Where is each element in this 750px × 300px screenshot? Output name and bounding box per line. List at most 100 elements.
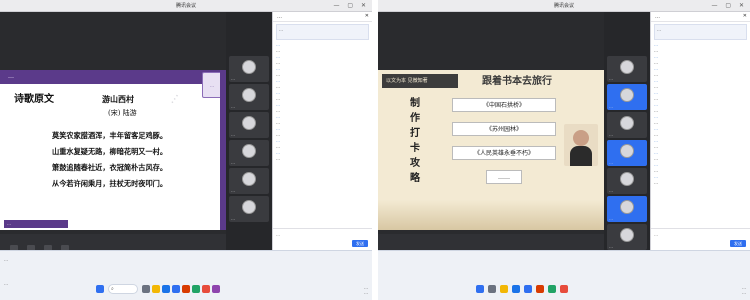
chat-message-list: … … … … … … … … … … … … … … … … … … … … …	[654, 42, 748, 228]
window-title-bar: 腾讯会议 — ▢ ✕	[378, 0, 750, 12]
book-card: 《中国石拱桥》	[452, 98, 556, 112]
avatar	[620, 116, 634, 130]
participant-tile[interactable]: …	[229, 84, 269, 110]
avatar	[620, 172, 634, 186]
taskbar-window-label: …	[4, 257, 8, 262]
avatar	[620, 60, 634, 74]
meeting-app-icon[interactable]	[524, 285, 532, 293]
send-button[interactable]: 发送	[730, 240, 746, 247]
participant-tile[interactable]: …	[229, 140, 269, 166]
windows-start-icon[interactable]	[476, 285, 484, 293]
avatar	[242, 116, 256, 130]
slide-heading: 跟着书本去旅行	[482, 76, 552, 87]
search-icon: ⌕	[111, 286, 114, 292]
avatar	[242, 200, 256, 214]
file-explorer-icon[interactable]	[500, 285, 508, 293]
poem-author: (宋) 陆游	[108, 109, 137, 117]
app-icon[interactable]	[202, 285, 210, 293]
app-icon[interactable]	[560, 285, 568, 293]
send-button[interactable]: 发送	[352, 240, 368, 247]
chat-notice: …	[654, 24, 747, 40]
slide-header-band: …	[0, 70, 226, 84]
book-card: 《人民英雄永垂不朽》	[452, 146, 556, 160]
window-controls[interactable]: — ▢ ✕	[711, 0, 747, 12]
school-name: …	[8, 73, 14, 80]
poem-title: 游山西村	[102, 94, 134, 104]
poem-line: 山重水复疑无路，柳暗花明又一村。	[52, 147, 168, 156]
window-controls[interactable]: — ▢ ✕	[333, 0, 369, 12]
app-icon[interactable]	[548, 285, 556, 293]
chat-panel: … ✕ … … … … … … … … … … … … … … … … … … …	[272, 12, 372, 250]
participant-tile[interactable]: …	[229, 196, 269, 222]
search-box[interactable]: ⌕	[108, 284, 138, 294]
meeting-window-right: 腾讯会议 — ▢ ✕ 以文为本 见微知著 跟着书本去旅行 制 作 打 卡 攻 略…	[378, 0, 750, 300]
book-card: 《苏州园林》	[452, 122, 556, 136]
poem-body: 莫笑农家腊酒浑，丰年留客足鸡豚。 山重水复疑无路，柳暗花明又一村。 箫鼓追随春社…	[52, 128, 167, 192]
shared-slide: 以文为本 见微知著 跟着书本去旅行 制 作 打 卡 攻 略 《中国石拱桥》 《苏…	[378, 70, 604, 230]
app-icon[interactable]	[212, 285, 220, 293]
slide-heading: 诗歌原文	[14, 94, 54, 105]
shared-screen: … … 诗歌原文 游山西村 (宋) 陆游 莫笑农家腊酒浑，丰年留客足鸡豚。 山重…	[0, 12, 226, 250]
participant-tile[interactable]: …	[229, 112, 269, 138]
ppt-controls	[10, 238, 160, 250]
chat-message-list: … … … … … … … … … … … … … … … … … … … …	[276, 42, 370, 228]
participant-tile[interactable]: …	[229, 168, 269, 194]
ppt-toolbar	[0, 234, 226, 250]
browser-icon[interactable]	[162, 285, 170, 293]
window-title: 腾讯会议	[553, 3, 574, 9]
close-icon[interactable]: ✕	[743, 13, 747, 19]
chat-text: …	[276, 156, 280, 161]
participant-gallery: … … … … … … …	[604, 12, 650, 250]
participant-tile[interactable]: …	[607, 196, 647, 222]
avatar	[620, 144, 634, 158]
chat-input[interactable]: … 发送	[273, 228, 372, 250]
school-logo: …	[202, 72, 222, 98]
meeting-app-icon[interactable]	[172, 285, 180, 293]
participant-tile[interactable]: …	[607, 140, 647, 166]
avatar	[242, 60, 256, 74]
vertical-title: 制 作 打 卡 攻 略	[410, 98, 420, 184]
slide-slogan: 以文为本 见微知著	[382, 74, 458, 88]
chat-input[interactable]: … 发送	[651, 228, 750, 250]
poem-line: 莫笑农家腊酒浑，丰年留客足鸡豚。	[52, 131, 168, 140]
shared-slide: … … 诗歌原文 游山西村 (宋) 陆游 莫笑农家腊酒浑，丰年留客足鸡豚。 山重…	[0, 70, 226, 230]
windows-taskbar: … …	[378, 250, 750, 300]
file-explorer-icon[interactable]	[152, 285, 160, 293]
participant-tile[interactable]: …	[607, 56, 647, 82]
watermark: …	[162, 88, 182, 106]
avatar	[242, 144, 256, 158]
window-title-bar: 腾讯会议 — ▢ ✕	[0, 0, 372, 12]
system-tray-clock[interactable]: … …	[364, 285, 368, 295]
powerpoint-icon[interactable]	[182, 285, 190, 293]
chat-header: … ✕	[273, 12, 372, 22]
search-icon[interactable]	[488, 285, 496, 293]
footer-school-banner: …	[4, 220, 68, 228]
participant-tile[interactable]: …	[229, 56, 269, 82]
participant-tile[interactable]: …	[607, 168, 647, 194]
powerpoint-icon[interactable]	[536, 285, 544, 293]
close-icon[interactable]: ✕	[365, 13, 369, 19]
presenter-body	[570, 146, 592, 166]
chat-notice: …	[276, 24, 369, 40]
avatar	[620, 200, 634, 214]
poem-line: 箫鼓追随春社近，衣冠简朴古风存。	[52, 163, 168, 172]
windows-start-icon[interactable]	[96, 285, 104, 293]
participant-tile[interactable]: …	[607, 224, 647, 250]
avatar	[620, 228, 634, 242]
chat-header: … ✕	[651, 12, 750, 22]
avatar	[242, 88, 256, 102]
participant-tile[interactable]: …	[607, 84, 647, 110]
shared-screen: 以文为本 见微知著 跟着书本去旅行 制 作 打 卡 攻 略 《中国石拱桥》 《苏…	[378, 12, 604, 250]
poem-line: 从今若许闲乘月，拄杖无时夜叩门。	[52, 179, 168, 188]
participant-tile[interactable]: …	[607, 112, 647, 138]
system-tray-clock[interactable]: … …	[742, 285, 746, 295]
app-icon[interactable]	[192, 285, 200, 293]
task-view-icon[interactable]	[142, 285, 150, 293]
browser-icon[interactable]	[512, 285, 520, 293]
participant-gallery: … … … … … …	[226, 12, 272, 250]
presenter-video[interactable]	[564, 124, 598, 166]
ppt-toolbar	[378, 234, 604, 250]
window-title: 腾讯会议	[175, 3, 196, 9]
meeting-window-left: 腾讯会议 — ▢ ✕ … … 诗歌原文 游山西村 (宋) 陆游 莫笑农家腊酒浑，…	[0, 0, 372, 300]
weather-widget[interactable]: …	[4, 281, 8, 286]
